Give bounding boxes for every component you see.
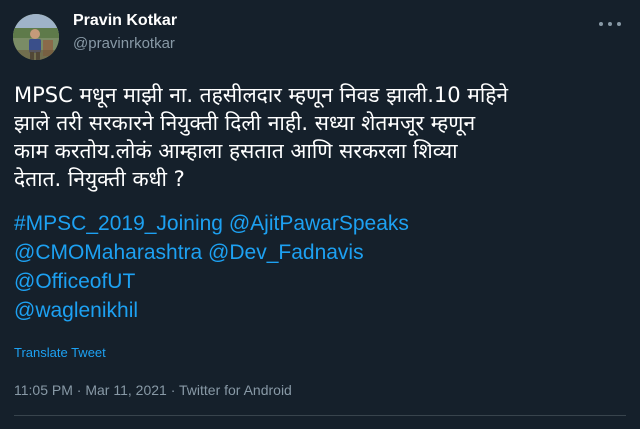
avatar-photo: [13, 14, 59, 60]
tweet-timestamp[interactable]: 11:05 PM · Mar 11, 2021: [14, 382, 167, 398]
tag-line: @CMOMaharashtra @Dev_Fadnavis: [14, 238, 409, 267]
mention-link[interactable]: @OfficeofUT: [14, 270, 135, 293]
tweet-card: Pravin Kotkar @pravinrkotkar MPSC मधून म…: [0, 0, 640, 429]
tweet-source-link[interactable]: Twitter for Android: [179, 382, 292, 398]
mention-link[interactable]: @CMOMaharashtra: [14, 241, 202, 264]
author-name[interactable]: Pravin Kotkar: [73, 12, 177, 30]
more-horizontal-icon[interactable]: [596, 12, 624, 34]
tweet-text: MPSC मधून माझी ना. तहसीलदार म्हणून निवड …: [14, 81, 626, 193]
tweet-text-line: देतात. नियुक्ती कधी ?: [14, 167, 185, 191]
author-handle[interactable]: @pravinrkotkar: [73, 35, 175, 52]
mention-link[interactable]: @AjitPawarSpeaks: [229, 212, 409, 235]
mention-link[interactable]: @Dev_Fadnavis: [208, 241, 364, 264]
meta-separator: ·: [170, 382, 176, 398]
tweet-date: Mar 11, 2021: [85, 382, 167, 398]
tweet-time: 11:05 PM: [14, 382, 73, 398]
tag-line: #MPSC_2019_Joining @AjitPawarSpeaks: [14, 209, 409, 238]
tweet-meta: 11:05 PM · Mar 11, 2021 · Twitter for An…: [14, 382, 292, 398]
tweet-tags: #MPSC_2019_Joining @AjitPawarSpeaks @CMO…: [14, 209, 409, 325]
tweet-text-line: MPSC मधून माझी ना. तहसीलदार म्हणून निवड …: [14, 83, 509, 107]
mention-link[interactable]: @waglenikhil: [14, 299, 138, 322]
meta-separator: ·: [76, 382, 82, 398]
hashtag-link[interactable]: #MPSC_2019_Joining: [14, 212, 223, 235]
author-avatar[interactable]: [13, 14, 59, 60]
tag-line: @OfficeofUT: [14, 267, 409, 296]
tweet-text-line: काम करतोय.लोकं आम्हाला हसतात आणि सरकरला …: [14, 139, 458, 163]
divider: [14, 415, 626, 416]
tag-line: @waglenikhil: [14, 296, 409, 325]
tweet-text-line: झाले तरी सरकारने नियुक्ती दिली नाही. सध्…: [14, 111, 476, 135]
translate-tweet-link[interactable]: Translate Tweet: [14, 345, 106, 360]
